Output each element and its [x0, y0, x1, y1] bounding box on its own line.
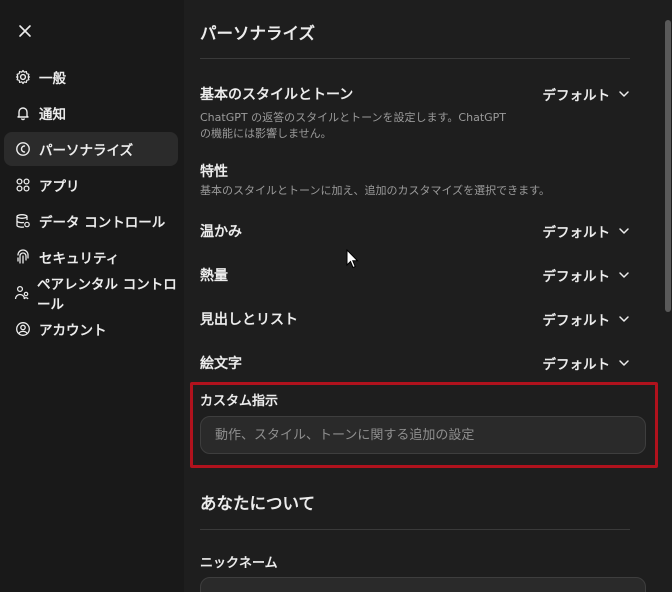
personalize-icon	[14, 140, 32, 158]
fingerprint-icon	[14, 248, 32, 266]
sidebar-item-personalize[interactable]: パーソナライズ	[4, 132, 178, 166]
enthusiasm-value: デフォルト	[542, 269, 611, 285]
sidebar-item-label: ペアレンタル コントロール	[37, 277, 177, 313]
nickname-row: ニックネーム	[200, 552, 630, 571]
headers-lists-value: デフォルト	[542, 313, 611, 329]
sidebar-item-apps[interactable]: アプリ	[4, 168, 178, 202]
sidebar-item-label: 通知	[39, 107, 66, 123]
base-style-value: デフォルト	[542, 88, 611, 104]
base-style-description: ChatGPT の返答のスタイルとトーンを設定します。ChatGPT の機能には…	[200, 111, 507, 140]
custom-instructions-label: カスタム指示	[200, 394, 279, 409]
enthusiasm-dropdown[interactable]: デフォルト	[543, 265, 631, 285]
scrollbar-thumb[interactable]	[665, 20, 671, 312]
page-title: パーソナライズ	[200, 24, 316, 43]
chevron-down-icon	[619, 91, 629, 97]
sidebar-item-notifications[interactable]: 通知	[4, 96, 178, 130]
chevron-down-icon	[619, 316, 629, 322]
sidebar-item-account[interactable]: アカウント	[4, 312, 178, 346]
warmth-dropdown[interactable]: デフォルト	[543, 221, 631, 241]
sidebar-item-label: アプリ	[39, 179, 80, 195]
main-panel: パーソナライズ 基本のスタイルとトーン ChatGPT の返答のスタイルとトーン…	[184, 0, 660, 592]
warmth-row: 温かみ デフォルト	[200, 221, 630, 241]
base-style-dropdown[interactable]: デフォルト	[543, 84, 631, 104]
custom-instructions-row: カスタム指示	[200, 390, 630, 409]
account-icon	[14, 320, 32, 338]
chevron-down-icon	[619, 228, 629, 234]
close-icon	[19, 25, 31, 37]
enthusiasm-row: 熱量 デフォルト	[200, 265, 630, 285]
traits-label: 特性	[200, 164, 228, 180]
emoji-row: 絵文字 デフォルト	[200, 353, 630, 373]
traits-row: 特性 基本のスタイルとトーンに加え、追加のカスタマイズを選択できます。	[200, 161, 630, 199]
base-style-row: 基本のスタイルとトーン ChatGPT の返答のスタイルとトーンを設定します。C…	[200, 84, 630, 142]
headers-lists-dropdown[interactable]: デフォルト	[543, 309, 631, 329]
sidebar-item-label: 一般	[39, 71, 66, 87]
nickname-label: ニックネーム	[200, 556, 278, 571]
sidebar-item-label: アカウント	[39, 323, 107, 339]
sidebar: 一般 通知 パーソナライズ アプリ データ コントロール セキュリティ ペアレン…	[0, 0, 184, 592]
nickname-input[interactable]	[200, 577, 646, 592]
traits-description: 基本のスタイルとトーンに加え、追加のカスタマイズを選択できます。	[200, 184, 551, 197]
sidebar-nav: 一般 通知 パーソナライズ アプリ データ コントロール セキュリティ ペアレン…	[4, 60, 178, 348]
headers-lists-row: 見出しとリスト デフォルト	[200, 309, 630, 329]
emoji-value: デフォルト	[542, 357, 611, 373]
sidebar-item-security[interactable]: セキュリティ	[4, 240, 178, 274]
chevron-down-icon	[619, 272, 629, 278]
close-button[interactable]	[14, 20, 36, 42]
divider	[200, 529, 630, 530]
custom-instructions-input[interactable]	[200, 416, 646, 454]
divider	[200, 58, 630, 59]
sidebar-item-label: セキュリティ	[39, 251, 120, 267]
emoji-dropdown[interactable]: デフォルト	[543, 353, 631, 373]
mouse-cursor-icon	[346, 249, 359, 269]
about-you-title: あなたについて	[200, 494, 316, 513]
warmth-value: デフォルト	[542, 225, 611, 241]
sidebar-item-parental-controls[interactable]: ペアレンタル コントロール	[4, 276, 178, 313]
sidebar-item-label: データ コントロール	[39, 215, 166, 231]
sidebar-item-general[interactable]: 一般	[4, 60, 178, 94]
sidebar-item-data-controls[interactable]: データ コントロール	[4, 204, 178, 238]
gear-icon	[14, 68, 32, 86]
apps-grid-icon	[14, 176, 32, 194]
bell-icon	[14, 104, 32, 122]
parental-icon	[14, 284, 30, 302]
database-icon	[14, 212, 32, 230]
chevron-down-icon	[619, 360, 629, 366]
sidebar-item-label: パーソナライズ	[39, 143, 134, 159]
